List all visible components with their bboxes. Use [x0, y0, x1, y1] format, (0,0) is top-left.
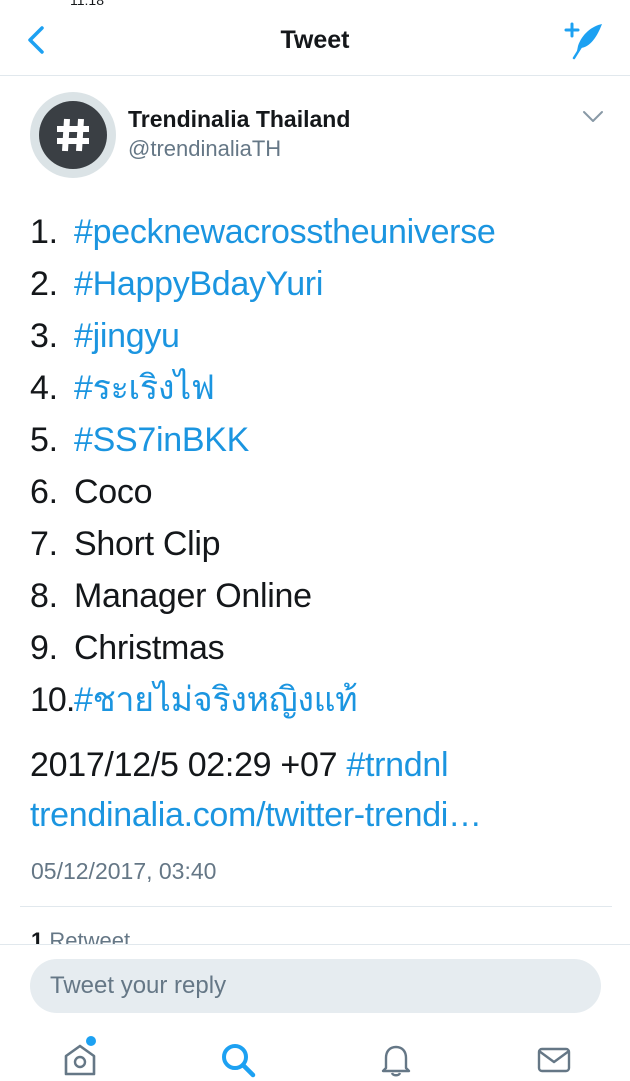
tweet-footer-text: 2017/12/5 02:29 +07 #trndnl trendinalia.…: [30, 740, 610, 840]
reply-bar: [0, 944, 630, 1026]
list-item: 10.#ชายไม่จริงหญิงแท้: [30, 674, 610, 726]
tab-messages[interactable]: [534, 1040, 574, 1080]
tab-search[interactable]: [218, 1040, 258, 1080]
reply-input[interactable]: [30, 959, 601, 1013]
avatar[interactable]: [30, 92, 116, 178]
messages-icon: [537, 1047, 571, 1073]
author-handle[interactable]: @trendinaliaTH: [128, 136, 281, 162]
trend-number: 4.: [30, 369, 58, 407]
trend-number: 9.: [30, 629, 58, 667]
trend-number: 10.: [30, 681, 75, 719]
trend-number: 7.: [30, 525, 58, 563]
trend-hashtag-link[interactable]: #pecknewacrosstheuniverse: [74, 213, 496, 251]
notification-badge-dot: [86, 1036, 96, 1046]
trend-text: Short Clip: [74, 525, 221, 563]
hashtag-avatar-icon: [39, 101, 107, 169]
trend-hashtag-link[interactable]: #ชายไม่จริงหญิงแท้: [74, 681, 358, 719]
url-link[interactable]: trendinalia.com/twitter-trendi…: [30, 790, 610, 840]
trend-text: Christmas: [74, 629, 225, 667]
page-title: Tweet: [280, 26, 350, 54]
tweet-timestamp: 05/12/2017, 03:40: [31, 858, 217, 884]
trend-hashtag-link[interactable]: #SS7inBKK: [74, 421, 249, 459]
trend-number: 1.: [30, 213, 58, 251]
list-item: 5. #SS7inBKK: [30, 414, 610, 466]
divider: [20, 906, 612, 907]
trend-text: Coco: [74, 473, 153, 511]
navigation-bar: Tweet: [0, 0, 630, 76]
tab-notifications[interactable]: [376, 1040, 416, 1080]
compose-tweet-icon: [564, 22, 602, 60]
trend-hashtag-link[interactable]: #HappyBdayYuri: [74, 265, 323, 303]
trend-number: 2.: [30, 265, 58, 303]
trend-hashtag-link[interactable]: #jingyu: [74, 317, 180, 355]
list-item: 2. #HappyBdayYuri: [30, 258, 610, 310]
trend-text: Manager Online: [74, 577, 312, 615]
hashtag-link[interactable]: #trndnl: [346, 746, 448, 784]
tweet-datetime-text: 2017/12/5 02:29 +07: [30, 746, 338, 784]
list-item: 4. #ระเริงไฟ: [30, 362, 610, 414]
list-item: 8. Manager Online: [30, 570, 610, 622]
trend-number: 3.: [30, 317, 58, 355]
list-item: 1. #pecknewacrosstheuniverse: [30, 206, 610, 258]
tweet-options-button[interactable]: [582, 110, 604, 124]
list-item: 9. Christmas: [30, 622, 610, 674]
tab-home[interactable]: [60, 1036, 100, 1080]
trend-number: 5.: [30, 421, 58, 459]
tweet-author: Trendinalia Thailand @trendinaliaTH: [0, 92, 630, 182]
trend-number: 6.: [30, 473, 58, 511]
tab-bar: [0, 1026, 630, 1081]
chevron-down-icon: [583, 111, 603, 122]
compose-tweet-button[interactable]: [562, 18, 606, 62]
author-name[interactable]: Trendinalia Thailand: [128, 106, 350, 133]
trend-hashtag-link[interactable]: #ระเริงไฟ: [74, 369, 215, 407]
list-item: 7. Short Clip: [30, 518, 610, 570]
list-item: 6. Coco: [30, 466, 610, 518]
trend-number: 8.: [30, 577, 58, 615]
search-icon: [222, 1044, 256, 1078]
home-icon: [64, 1044, 96, 1076]
list-item: 3. #jingyu: [30, 310, 610, 362]
trend-list: 1. #pecknewacrosstheuniverse 2. #HappyBday…: [30, 206, 610, 726]
notifications-icon: [381, 1045, 411, 1077]
